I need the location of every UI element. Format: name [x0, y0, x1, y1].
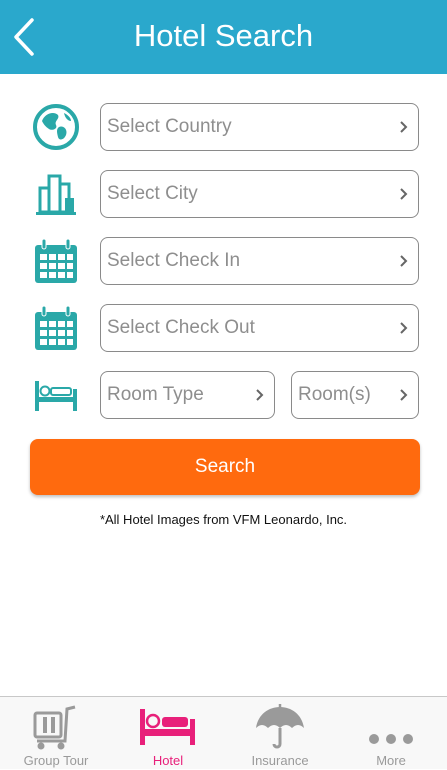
check-in-row: Select Check In	[0, 237, 447, 285]
luggage-cart-icon	[0, 703, 112, 751]
country-row: Select Country	[0, 103, 447, 151]
umbrella-icon	[224, 703, 336, 751]
country-select[interactable]: Select Country	[100, 103, 419, 151]
check-in-select[interactable]: Select Check In	[100, 237, 419, 285]
more-dots-icon	[335, 703, 447, 751]
image-credit-note: *All Hotel Images from VFM Leonardo, Inc…	[99, 512, 348, 527]
tab-label: Group Tour	[23, 753, 89, 768]
check-out-placeholder: Select Check Out	[107, 317, 255, 338]
city-placeholder: Select City	[107, 183, 198, 204]
chevron-right-icon	[400, 121, 408, 133]
city-row: Select City	[0, 170, 447, 218]
tab-more[interactable]: More	[335, 697, 447, 770]
calendar-icon	[30, 304, 82, 352]
chevron-right-icon	[400, 322, 408, 334]
check-out-row: Select Check Out	[0, 304, 447, 352]
header-bar: Hotel Search	[0, 0, 447, 74]
chevron-right-icon	[400, 389, 408, 401]
rooms-select[interactable]: Room(s)	[291, 371, 419, 419]
check-out-select[interactable]: Select Check Out	[100, 304, 419, 352]
city-select[interactable]: Select City	[100, 170, 419, 218]
tab-label: Hotel	[152, 753, 184, 768]
room-type-placeholder: Room Type	[107, 384, 204, 405]
country-placeholder: Select Country	[107, 116, 232, 137]
tab-label: More	[376, 753, 406, 768]
tab-insurance[interactable]: Insurance	[224, 697, 336, 770]
tab-label: Insurance	[251, 753, 309, 768]
bed-icon	[112, 703, 224, 751]
search-button[interactable]: Search	[30, 439, 420, 495]
chevron-right-icon	[400, 255, 408, 267]
city-buildings-icon	[30, 170, 82, 218]
bottom-tab-bar: Group Tour Hotel Insurance More	[0, 696, 447, 769]
chevron-right-icon	[256, 389, 264, 401]
tab-hotel[interactable]: Hotel	[112, 697, 224, 770]
page-title: Hotel Search	[133, 18, 314, 53]
calendar-icon	[30, 237, 82, 285]
bed-icon	[30, 371, 82, 419]
rooms-placeholder: Room(s)	[298, 384, 371, 405]
tab-group-tour[interactable]: Group Tour	[0, 697, 112, 770]
check-in-placeholder: Select Check In	[107, 250, 241, 271]
room-type-select[interactable]: Room Type	[100, 371, 275, 419]
chevron-right-icon	[400, 188, 408, 200]
globe-icon	[30, 103, 82, 151]
room-row: Room Type Room(s)	[0, 371, 447, 419]
